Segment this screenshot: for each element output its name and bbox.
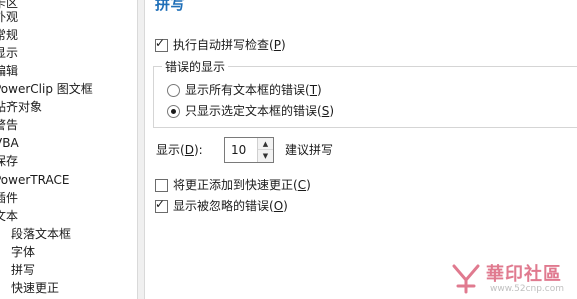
site-watermark: 華印社區 www.52cnp.com xyxy=(446,258,577,299)
stepper-buttons: ▲ ▼ xyxy=(257,138,273,162)
watermark-text: 華印社區 xyxy=(486,264,562,285)
auto-spellcheck-checkbox[interactable]: ✓ 执行自动拼写检查 (P) xyxy=(155,36,286,54)
show-selected-frame-label: 只显示选定文本框的错误 xyxy=(185,104,318,118)
tree-item-plugins[interactable]: 插件 xyxy=(0,189,18,207)
watermark-url: www.52cnp.com xyxy=(490,284,565,294)
accelerator-key: P xyxy=(273,38,281,52)
watermark-logo-icon xyxy=(452,264,480,294)
increment-arrow-icon[interactable]: ▲ xyxy=(258,138,273,150)
tree-item-powerclip[interactable]: PowerClip 图文框 xyxy=(0,80,93,98)
tree-item-powertrace[interactable]: PowerTRACE xyxy=(0,171,69,189)
add-to-quickcorrect-label: 将更正添加到快速更正 xyxy=(173,178,294,192)
show-suggestions-label: 显示(D): xyxy=(156,143,203,157)
tree-item-save[interactable]: 保存 xyxy=(0,152,18,170)
tree-item-text[interactable]: 文本 xyxy=(0,207,18,225)
suggestion-count-input[interactable]: 10 xyxy=(231,142,246,158)
tree-item-display[interactable]: 显示 xyxy=(0,44,18,62)
category-tree: 卡区 外观 常规 显示 编辑 PowerClip 图文框 贴齐对象 警告 VBA… xyxy=(0,0,137,299)
options-dialog: 卡区 外观 常规 显示 编辑 PowerClip 图文框 贴齐对象 警告 VBA… xyxy=(0,0,577,299)
show-all-frames-radio[interactable]: 显示所有文本框的错误 (T) xyxy=(167,81,322,99)
tree-item-vba[interactable]: VBA xyxy=(0,134,19,152)
accelerator-key: D xyxy=(184,143,194,157)
checkbox-box[interactable] xyxy=(155,178,168,192)
tree-item-general[interactable]: 常规 xyxy=(0,26,18,44)
suggestions-unit-label: 建议拼写 xyxy=(285,143,334,157)
add-to-quickcorrect-checkbox[interactable]: 将更正添加到快速更正 (C) xyxy=(155,176,311,194)
checkmark-icon: ✓ xyxy=(155,196,166,211)
checkbox-box[interactable]: ✓ xyxy=(155,35,168,52)
suggestion-count-stepper[interactable]: 10 ▲ ▼ xyxy=(224,137,274,163)
tree-item-warnings[interactable]: 警告 xyxy=(0,116,18,134)
tree-item-fonts[interactable]: 字体 xyxy=(11,243,35,261)
accelerator-key: T xyxy=(309,83,318,97)
tree-item-appearance[interactable]: 外观 xyxy=(0,8,18,26)
show-ignored-errors-checkbox[interactable]: ✓ 显示被忽略的错误 (O) xyxy=(155,197,288,215)
accelerator-key: S xyxy=(321,104,330,118)
tree-item-edit[interactable]: 编辑 xyxy=(0,62,18,80)
decrement-arrow-icon[interactable]: ▼ xyxy=(258,150,273,162)
tree-item-paragraph-frame[interactable]: 段落文本框 xyxy=(11,225,71,243)
auto-spellcheck-label: 执行自动拼写检查 xyxy=(173,38,270,52)
tree-item-quick-correct[interactable]: 快速更正 xyxy=(11,279,59,297)
radio-dot-icon xyxy=(171,108,176,114)
tree-item-snap-objects[interactable]: 贴齐对象 xyxy=(0,98,42,116)
spelling-panel: 拼写 ✓ 执行自动拼写检查 (P) 错误的显示 显示所有文本框的错误 (T) 只显示… xyxy=(145,0,577,299)
show-ignored-errors-label: 显示被忽略的错误 xyxy=(173,199,270,213)
page-title: 拼写 xyxy=(155,0,186,13)
radio-button[interactable] xyxy=(167,104,180,118)
tree-item-spelling[interactable]: 拼写 xyxy=(11,261,36,279)
pane-splitter[interactable] xyxy=(137,0,145,299)
accelerator-key: O xyxy=(273,199,284,213)
checkbox-box[interactable]: ✓ xyxy=(155,196,168,213)
radio-button[interactable] xyxy=(167,83,180,97)
checkmark-icon: ✓ xyxy=(155,35,166,50)
show-all-frames-label: 显示所有文本框的错误 xyxy=(185,83,306,97)
show-selected-frame-radio[interactable]: 只显示选定文本框的错误 (S) xyxy=(167,102,334,120)
accelerator-key: C xyxy=(297,178,307,192)
error-display-group-label: 错误的显示 xyxy=(162,59,229,75)
